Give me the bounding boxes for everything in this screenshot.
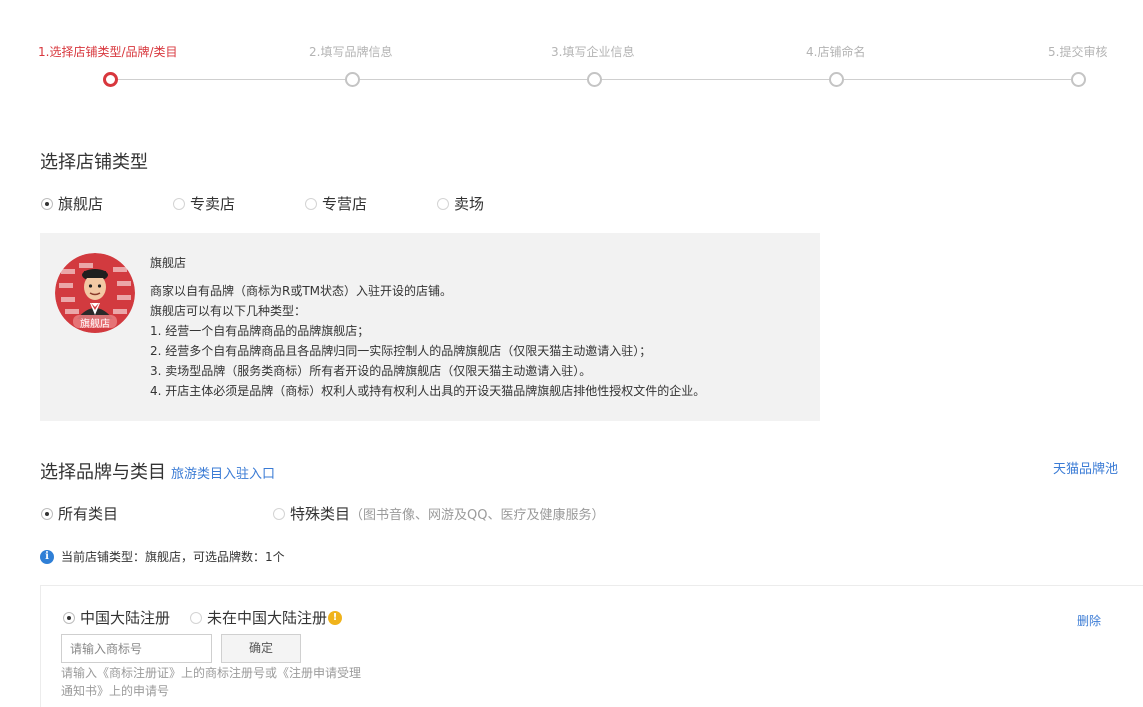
category-option-all[interactable]: 所有类目 [41, 503, 118, 524]
radio-checked-icon[interactable] [63, 611, 75, 624]
store-type-option-label: 卖场 [454, 195, 485, 213]
store-type-description: 旗舰店 旗舰店 商家以自有品牌（商标为R或TM状态）入驻开设的店铺。 旗舰店可以… [40, 233, 820, 421]
trademark-hint: 请输入《商标注册证》上的商标注册号或《注册申请受理通知书》上的申请号 [61, 666, 362, 698]
store-type-option-label: 专营店 [322, 195, 368, 213]
radio-icon[interactable] [437, 197, 449, 210]
store-type-option-exclusive[interactable]: 专卖店 [173, 193, 235, 214]
step-connector [602, 79, 829, 80]
radio-checked-icon[interactable] [41, 197, 53, 210]
store-type-description-text: 旗舰店 商家以自有品牌（商标为R或TM状态）入驻开设的店铺。 旗舰店可以有以下几… [150, 253, 705, 401]
category-option-special[interactable]: 特殊类目 （图书音像、网游及QQ、医疗及健康服务） [273, 503, 604, 524]
step-5-label: 5.提交审核 [1048, 45, 1108, 59]
radio-icon[interactable] [305, 197, 317, 210]
description-line: 4. 开店主体必须是品牌（商标）权利人或持有权利人出具的开设天猫品牌旗舰店排他性… [150, 384, 706, 398]
registration-option-label: 未在中国大陆注册 [207, 609, 328, 627]
radio-checked-icon[interactable] [41, 507, 53, 520]
delete-brand-link[interactable]: 删除 [1077, 612, 1101, 629]
step-connector [844, 79, 1071, 80]
store-type-option-label: 专卖店 [190, 195, 236, 213]
store-type-option-mall[interactable]: 卖场 [437, 193, 484, 214]
info-icon: i [40, 549, 54, 564]
description-line: 旗舰店可以有以下几种类型： [150, 304, 307, 318]
tmall-brand-pool-link[interactable]: 天猫品牌池 [1053, 458, 1118, 477]
description-title: 旗舰店 [150, 256, 187, 270]
step-4-dot [829, 72, 844, 87]
description-line: 商家以自有品牌（商标为R或TM状态）入驻开设的店铺。 [150, 284, 453, 298]
step-3-dot [587, 72, 602, 87]
registration-option-label: 中国大陆注册 [80, 609, 171, 627]
travel-category-link[interactable]: 旅游类目入驻入口 [171, 463, 275, 482]
step-3-label: 3.填写企业信息 [551, 45, 635, 59]
store-type-option-specialty[interactable]: 专营店 [305, 193, 367, 214]
radio-icon[interactable] [273, 507, 285, 520]
radio-icon[interactable] [190, 611, 202, 624]
step-connector [360, 79, 587, 80]
step-2-dot [345, 72, 360, 87]
step-2-label: 2.填写品牌信息 [309, 45, 393, 59]
registration-option-mainland[interactable]: 中国大陆注册 [63, 607, 170, 628]
warning-icon[interactable]: ! [328, 610, 343, 625]
store-type-title: 选择店铺类型 [40, 152, 148, 173]
registration-option-non-mainland[interactable]: 未在中国大陆注册 ! [190, 607, 343, 628]
steps-progress: 1.选择店铺类型/品牌/类目 2.填写品牌信息 3.填写企业信息 4.店铺命名 … [0, 0, 1143, 100]
brand-category-title: 选择品牌与类目 [40, 462, 166, 483]
category-option-label: 所有类目 [58, 505, 119, 523]
category-option-label: 特殊类目 [290, 505, 351, 523]
store-type-option-flagship[interactable]: 旗舰店 [41, 193, 103, 214]
step-5-dot [1071, 72, 1086, 87]
step-1-label: 1.选择店铺类型/品牌/类目 [38, 45, 178, 59]
store-type-option-label: 旗舰店 [58, 195, 104, 213]
brand-category-header: 选择品牌与类目 旅游类目入驻入口 [40, 458, 275, 484]
step-1-dot [103, 72, 118, 87]
brand-count-notice: i 当前店铺类型：旗舰店，可选品牌数：1个 [40, 548, 285, 565]
confirm-button[interactable]: 确定 [221, 634, 301, 663]
special-category-note: （图书音像、网游及QQ、医疗及健康服务） [350, 508, 605, 523]
flagship-avatar: 旗舰店 [55, 253, 135, 333]
description-line: 3. 卖场型品牌（服务类商标）所有者开设的品牌旗舰店（仅限天猫主动邀请入驻）。 [150, 364, 592, 378]
brand-count-text: 当前店铺类型：旗舰店，可选品牌数：1个 [61, 550, 285, 564]
trademark-number-input[interactable] [61, 634, 212, 663]
radio-icon[interactable] [173, 197, 185, 210]
step-connector [118, 79, 345, 80]
description-line: 1. 经营一个自有品牌商品的品牌旗舰店； [150, 324, 370, 338]
step-4-label: 4.店铺命名 [806, 45, 866, 59]
description-line: 2. 经营多个自有品牌商品且各品牌归同一实际控制人的品牌旗舰店（仅限天猫主动邀请… [150, 344, 652, 358]
avatar-caption: 旗舰店 [80, 319, 110, 330]
